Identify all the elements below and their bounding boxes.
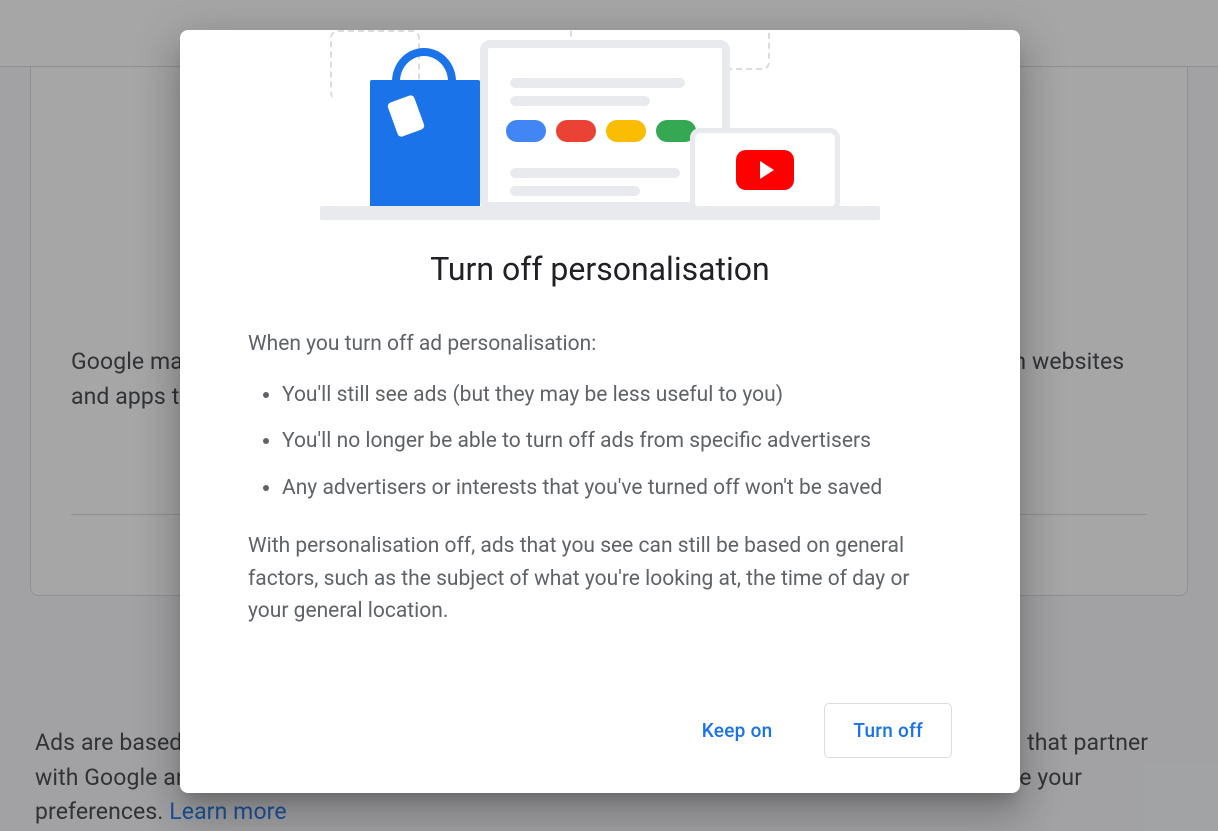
youtube-icon <box>736 150 794 190</box>
dialog-bullet-item: Any advertisers or interests that you've… <box>282 472 952 505</box>
keep-on-button[interactable]: Keep on <box>674 704 801 757</box>
illustration-base <box>320 206 880 220</box>
google-colors-icon <box>506 120 696 142</box>
turn-off-button[interactable]: Turn off <box>824 703 952 758</box>
dialog-bullet-item: You'll still see ads (but they may be le… <box>282 379 952 412</box>
turn-off-personalisation-dialog: Turn off personalisation When you turn o… <box>180 30 1020 793</box>
page-root: s Google makes your ads more useful on G… <box>0 0 1218 831</box>
dialog-title: Turn off personalisation <box>248 250 952 288</box>
dialog-actions: Keep on Turn off <box>180 667 1020 793</box>
dialog-hero-illustration <box>180 30 1020 220</box>
dialog-intro-text: When you turn off ad personalisation: <box>248 328 952 361</box>
dialog-outro-text: With personalisation off, ads that you s… <box>248 530 952 628</box>
phone-icon <box>690 128 840 212</box>
dialog-scroll-area[interactable]: Turn off personalisation When you turn o… <box>180 30 1020 667</box>
dialog-body: When you turn off ad personalisation: Yo… <box>248 328 952 628</box>
dialog-bullet-list: You'll still see ads (but they may be le… <box>248 379 952 505</box>
price-tag-icon <box>387 94 426 137</box>
dialog-bullet-item: You'll no longer be able to turn off ads… <box>282 425 952 458</box>
shopping-bag-icon <box>370 80 480 210</box>
